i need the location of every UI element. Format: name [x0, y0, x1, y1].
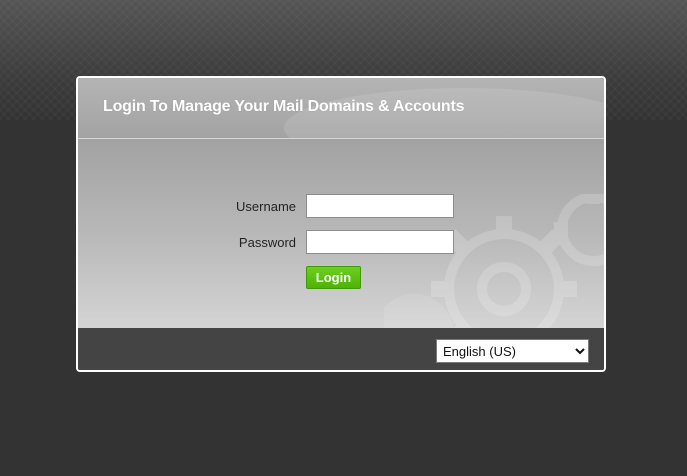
- username-label: Username: [236, 199, 296, 214]
- panel-header: Login To Manage Your Mail Domains & Acco…: [78, 78, 604, 139]
- password-label: Password: [238, 235, 296, 250]
- username-row: Username: [78, 194, 604, 220]
- login-form: Username Password Login: [78, 139, 604, 328]
- login-button[interactable]: Login: [306, 266, 361, 289]
- language-select[interactable]: English (US): [436, 339, 589, 363]
- login-panel: Login To Manage Your Mail Domains & Acco…: [76, 76, 606, 372]
- password-row: Password: [78, 230, 604, 256]
- panel-footer: English (US): [78, 328, 604, 370]
- page-title: Login To Manage Your Mail Domains & Acco…: [103, 98, 465, 115]
- username-input[interactable]: [306, 194, 454, 218]
- password-input[interactable]: [306, 230, 454, 254]
